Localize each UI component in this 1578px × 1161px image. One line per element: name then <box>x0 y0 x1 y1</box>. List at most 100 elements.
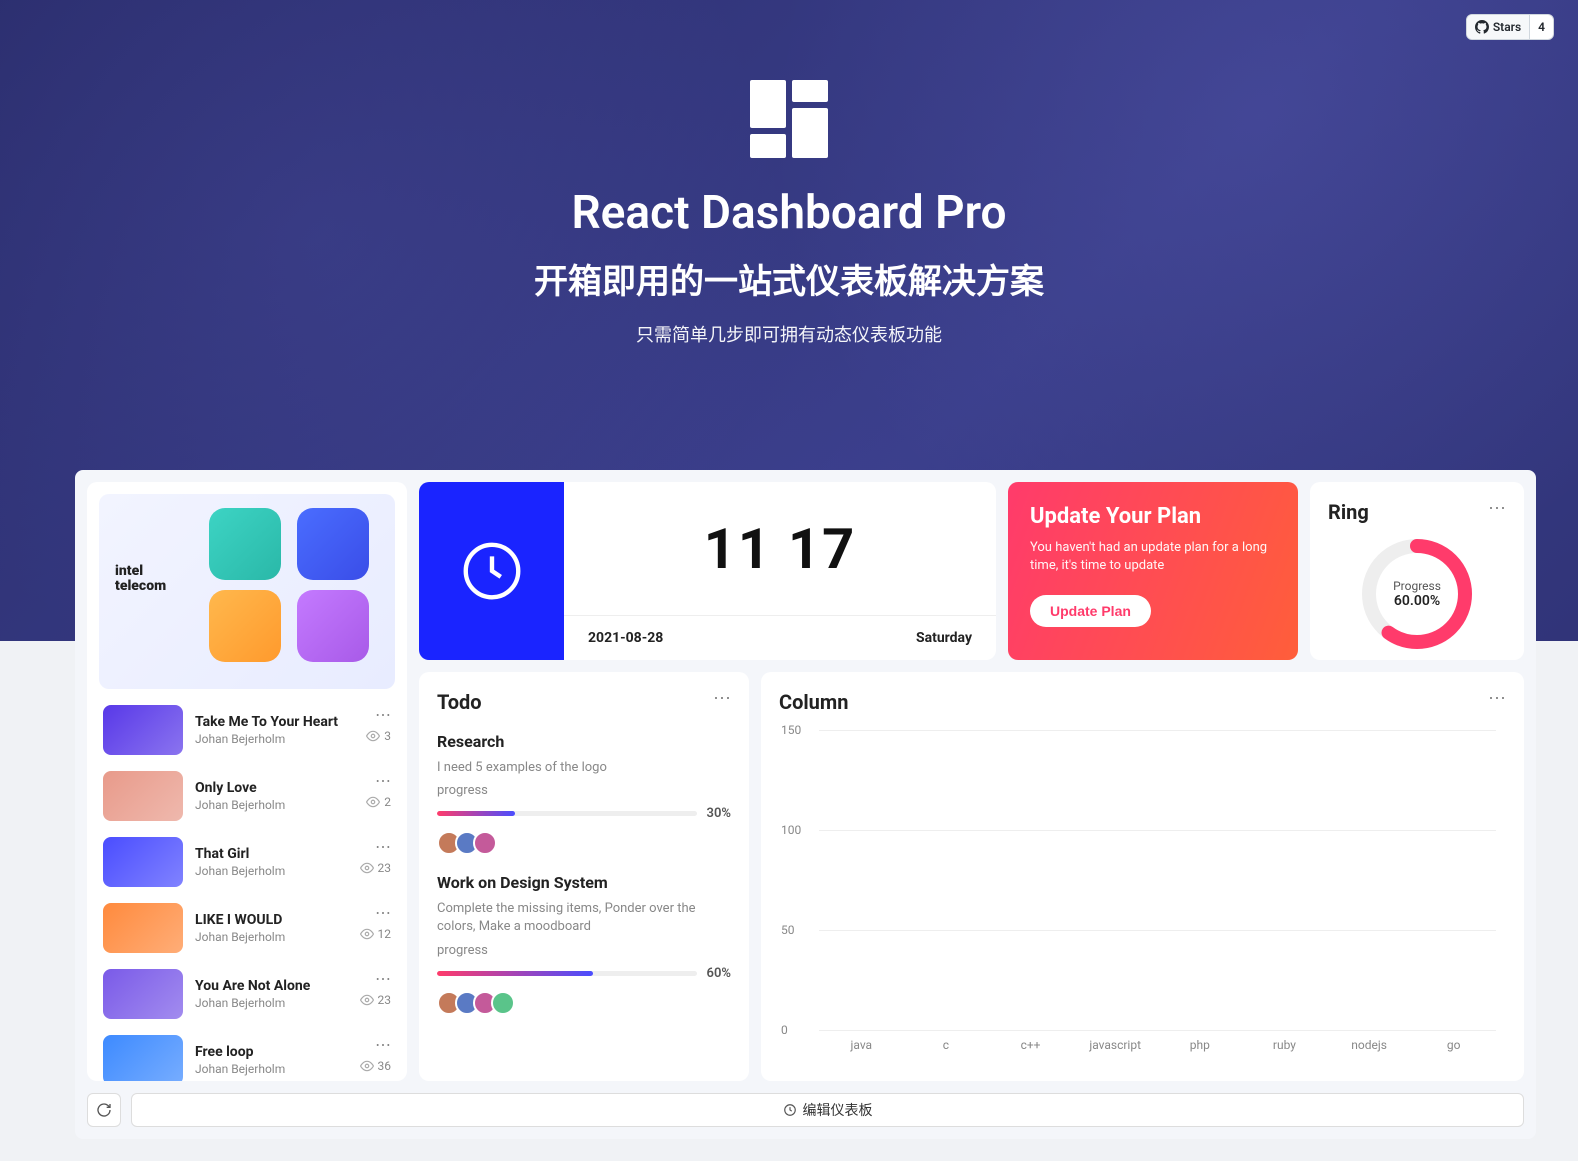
todo-progress-percent: 60% <box>707 966 731 981</box>
chart-y-tick: 150 <box>781 723 801 737</box>
music-item-more-icon[interactable]: ⋯ <box>375 905 391 921</box>
todo-progress-label: progress <box>437 943 731 958</box>
music-item[interactable]: LIKE I WOULD Johan Bejerholm ⋯ 12 <box>99 895 395 961</box>
music-thumb <box>103 771 183 821</box>
music-item-views: 12 <box>360 927 392 941</box>
todo-avatars <box>437 831 731 855</box>
music-item-artist: Johan Bejerholm <box>195 732 391 746</box>
product-logo-icon <box>750 80 828 158</box>
ring-percent: 60.00% <box>1394 593 1440 609</box>
chart-x-tick: nodejs <box>1328 1038 1409 1052</box>
eye-icon <box>366 729 380 743</box>
dashboard-board: intel telecom Take Me To Your Heart Joha… <box>75 470 1536 1139</box>
card-update-plan[interactable]: Update Your Plan You haven't had an upda… <box>1008 482 1298 660</box>
music-thumb <box>103 903 183 953</box>
music-item[interactable]: Free loop Johan Bejerholm ⋯ 36 <box>99 1027 395 1081</box>
hero-section: React Dashboard Pro 开箱即用的一站式仪表板解决方案 只需简单… <box>0 0 1578 347</box>
music-item-more-icon[interactable]: ⋯ <box>375 773 391 789</box>
music-item-more-icon[interactable]: ⋯ <box>375 707 391 723</box>
tile-purple-icon <box>297 590 369 662</box>
chart-x-tick: c++ <box>990 1038 1071 1052</box>
music-hero-banner: intel telecom <box>99 494 395 689</box>
column-chart-area: 050100150javacc++javascriptphprubynodejs… <box>819 730 1496 1030</box>
todo-item-desc: Complete the missing items, Ponder over … <box>437 900 731 936</box>
music-item-title: Only Love <box>195 780 391 796</box>
todo-progress-label: progress <box>437 783 731 798</box>
music-item-more-icon[interactable]: ⋯ <box>375 839 391 855</box>
music-item[interactable]: You Are Not Alone Johan Bejerholm ⋯ 23 <box>99 961 395 1027</box>
todo-title: Todo <box>437 690 731 714</box>
music-thumb <box>103 837 183 887</box>
todo-item-desc: I need 5 examples of the logo <box>437 759 731 777</box>
music-item-more-icon[interactable]: ⋯ <box>375 971 391 987</box>
music-item-views: 3 <box>366 729 391 743</box>
todo-progress-bar <box>437 811 697 816</box>
column-title: Column <box>779 690 1506 714</box>
eye-icon <box>360 1059 374 1073</box>
music-list: Take Me To Your Heart Johan Bejerholm ⋯ … <box>99 697 395 1081</box>
tile-list-icon <box>297 508 369 580</box>
dashboard-icon <box>783 1103 797 1117</box>
todo-item-title: Work on Design System <box>437 873 731 892</box>
music-thumb <box>103 969 183 1019</box>
music-item-views: 36 <box>360 1059 392 1073</box>
chart-y-tick: 100 <box>781 823 801 837</box>
todo-section: Work on Design System Complete the missi… <box>437 873 731 1014</box>
eye-icon <box>360 927 374 941</box>
chart-grid-line <box>819 1030 1496 1031</box>
chart-y-tick: 50 <box>781 923 795 937</box>
music-item[interactable]: That Girl Johan Bejerholm ⋯ 23 <box>99 829 395 895</box>
ring-label: Progress <box>1393 579 1441 593</box>
hero-subtitle: 开箱即用的一站式仪表板解决方案 <box>0 254 1578 303</box>
ring-more-icon[interactable]: ⋯ <box>1488 500 1506 518</box>
ring-title: Ring <box>1328 500 1506 524</box>
avatar <box>473 831 497 855</box>
clock-time: 11 17 <box>564 482 996 615</box>
music-item-more-icon[interactable]: ⋯ <box>375 1037 391 1053</box>
card-todo[interactable]: Todo ⋯ Research I need 5 examples of the… <box>419 672 749 1081</box>
hero-description: 只需简单几步即可拥有动态仪表板功能 <box>0 321 1578 347</box>
music-item-artist: Johan Bejerholm <box>195 798 391 812</box>
update-title: Update Your Plan <box>1030 504 1276 529</box>
chart-y-tick: 0 <box>781 1023 788 1037</box>
chart-x-tick: c <box>905 1038 986 1052</box>
tile-touch-icon <box>209 590 281 662</box>
edit-dashboard-button[interactable]: 编辑仪表板 <box>131 1093 1524 1127</box>
clock-icon-panel <box>419 482 564 660</box>
update-description: You haven't had an update plan for a lon… <box>1030 539 1276 575</box>
refresh-button[interactable] <box>87 1093 121 1127</box>
dashboard-grid: intel telecom Take Me To Your Heart Joha… <box>87 482 1524 1081</box>
music-brand: intel telecom <box>115 564 166 595</box>
card-clock[interactable]: 11 17 2021-08-28 Saturday <box>419 482 996 660</box>
todo-progress-bar <box>437 971 697 976</box>
hero-title: React Dashboard Pro <box>0 186 1578 240</box>
column-more-icon[interactable]: ⋯ <box>1488 690 1506 708</box>
music-item[interactable]: Take Me To Your Heart Johan Bejerholm ⋯ … <box>99 697 395 763</box>
tile-chart-icon <box>209 508 281 580</box>
todo-item-title: Research <box>437 732 731 751</box>
eye-icon <box>360 993 374 1007</box>
clock-icon <box>457 536 527 606</box>
music-thumb <box>103 1035 183 1081</box>
music-item[interactable]: Only Love Johan Bejerholm ⋯ 2 <box>99 763 395 829</box>
clock-date: 2021-08-28 <box>588 630 663 646</box>
update-plan-button[interactable]: Update Plan <box>1030 595 1151 627</box>
music-item-views: 2 <box>366 795 391 809</box>
music-item-views: 23 <box>360 993 392 1007</box>
chart-x-tick: javascript <box>1075 1038 1156 1052</box>
music-item-views: 23 <box>360 861 392 875</box>
edit-dashboard-label: 编辑仪表板 <box>803 1100 873 1120</box>
card-music-list[interactable]: intel telecom Take Me To Your Heart Joha… <box>87 482 407 1081</box>
eye-icon <box>360 861 374 875</box>
chart-x-tick: java <box>821 1038 902 1052</box>
card-column-chart[interactable]: Column ⋯ 050100150javacc++javascriptphpr… <box>761 672 1524 1081</box>
music-item-title: Take Me To Your Heart <box>195 714 391 730</box>
chart-x-tick: go <box>1413 1038 1494 1052</box>
refresh-icon <box>96 1102 112 1118</box>
dashboard-bottom-bar: 编辑仪表板 <box>87 1093 1524 1127</box>
avatar <box>491 991 515 1015</box>
card-ring-progress[interactable]: Ring ⋯ Progress 60.00% <box>1310 482 1524 660</box>
clock-day: Saturday <box>916 630 972 646</box>
todo-avatars <box>437 991 731 1015</box>
todo-more-icon[interactable]: ⋯ <box>713 690 731 708</box>
